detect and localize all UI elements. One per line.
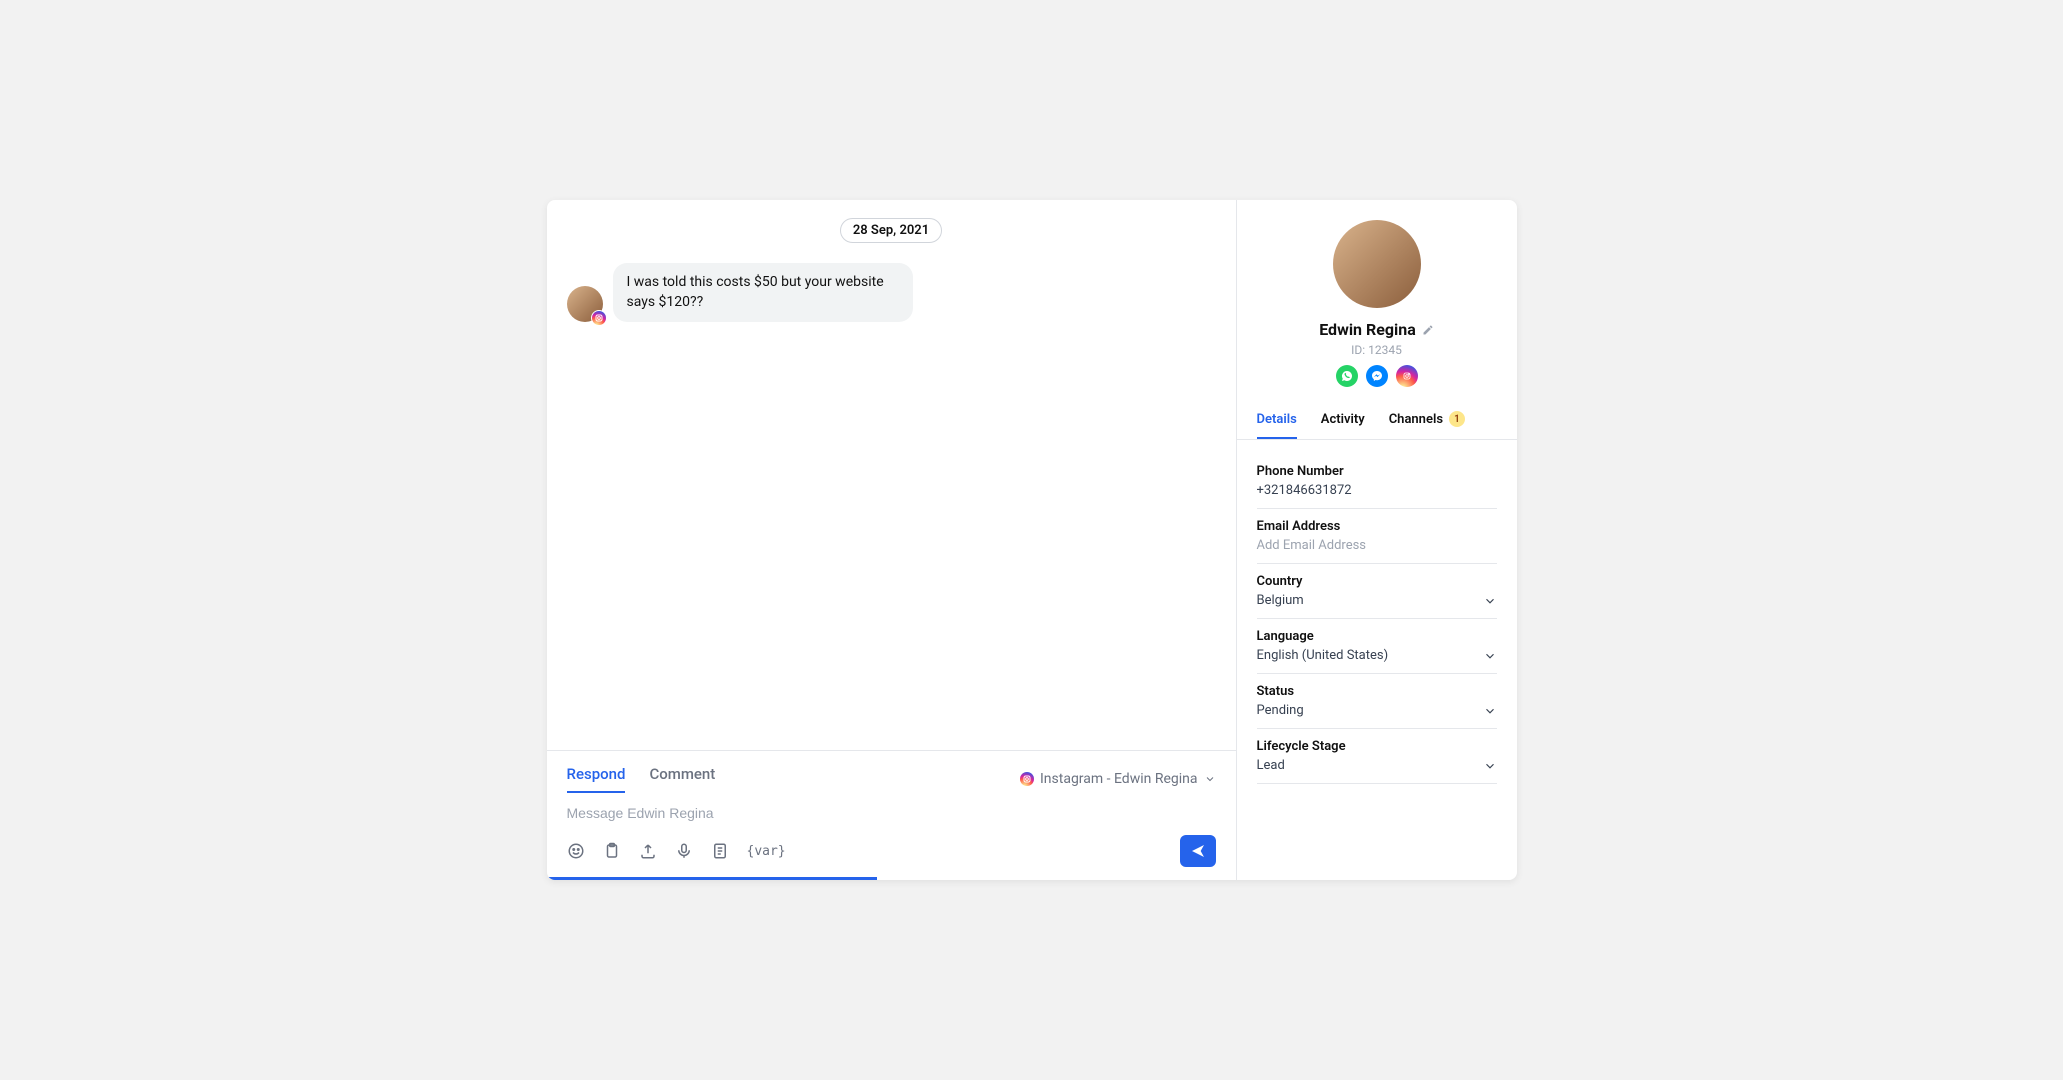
composer: Respond Comment Instagram - Edwin Regina — [547, 750, 1236, 880]
tab-details[interactable]: Details — [1257, 401, 1297, 439]
notes-icon[interactable] — [711, 842, 729, 860]
customer-support-app: 28 Sep, 2021 I was told this costs $50 b… — [547, 200, 1517, 880]
contact-channels — [1336, 365, 1418, 387]
emoji-icon[interactable] — [567, 842, 585, 860]
contact-panel: Edwin Regina ID: 12345 Details — [1237, 200, 1517, 880]
clipboard-icon[interactable] — [603, 842, 621, 860]
send-button[interactable] — [1180, 835, 1216, 867]
field-language: Language English (United States) — [1257, 619, 1497, 674]
avatar[interactable] — [1333, 220, 1421, 308]
tab-respond[interactable]: Respond — [567, 765, 626, 793]
side-tabs: Details Activity Channels 1 — [1237, 401, 1517, 440]
instagram-icon[interactable] — [1396, 365, 1418, 387]
chevron-down-icon — [1483, 594, 1497, 608]
field-status: Status Pending — [1257, 674, 1497, 729]
messenger-icon[interactable] — [1366, 365, 1388, 387]
composer-tabs: Respond Comment — [567, 765, 716, 793]
channel-label: Instagram - Edwin Regina — [1040, 771, 1198, 787]
chevron-down-icon — [1204, 773, 1216, 785]
upload-icon[interactable] — [639, 842, 657, 860]
tab-channels-label: Channels — [1389, 412, 1443, 427]
profile-header: Edwin Regina ID: 12345 — [1237, 220, 1517, 401]
chevron-down-icon — [1483, 704, 1497, 718]
instagram-icon — [591, 310, 607, 326]
progress-bar — [547, 877, 878, 880]
field-lifecycle: Lifecycle Stage Lead — [1257, 729, 1497, 784]
message-input[interactable] — [567, 799, 1216, 827]
contact-id: ID: 12345 — [1351, 343, 1402, 357]
field-country: Country Belgium — [1257, 564, 1497, 619]
details-section: Phone Number +321846631872 Email Address… — [1237, 440, 1517, 798]
chevron-down-icon — [1483, 649, 1497, 663]
composer-toolbar: {var} — [567, 842, 786, 860]
contact-name: Edwin Regina — [1319, 320, 1416, 339]
microphone-icon[interactable] — [675, 842, 693, 860]
instagram-icon — [1020, 772, 1034, 786]
message-row: I was told this costs $50 but your websi… — [567, 263, 1216, 322]
variable-icon[interactable]: {var} — [747, 844, 786, 859]
chat-panel: 28 Sep, 2021 I was told this costs $50 b… — [547, 200, 1237, 880]
pencil-icon[interactable] — [1422, 324, 1434, 336]
date-separator: 28 Sep, 2021 — [840, 218, 942, 243]
tab-channels[interactable]: Channels 1 — [1389, 401, 1465, 439]
channels-badge: 1 — [1449, 411, 1465, 427]
message-bubble[interactable]: I was told this costs $50 but your websi… — [613, 263, 913, 322]
tab-comment[interactable]: Comment — [649, 765, 715, 793]
whatsapp-icon[interactable] — [1336, 365, 1358, 387]
send-icon — [1190, 843, 1206, 859]
tab-activity[interactable]: Activity — [1321, 401, 1365, 439]
chevron-down-icon — [1483, 759, 1497, 773]
channel-selector[interactable]: Instagram - Edwin Regina — [1020, 771, 1216, 787]
chat-scroll[interactable]: 28 Sep, 2021 I was told this costs $50 b… — [547, 200, 1236, 750]
field-phone: Phone Number +321846631872 — [1257, 454, 1497, 509]
message-avatar[interactable] — [567, 286, 603, 322]
field-email: Email Address Add Email Address — [1257, 509, 1497, 564]
